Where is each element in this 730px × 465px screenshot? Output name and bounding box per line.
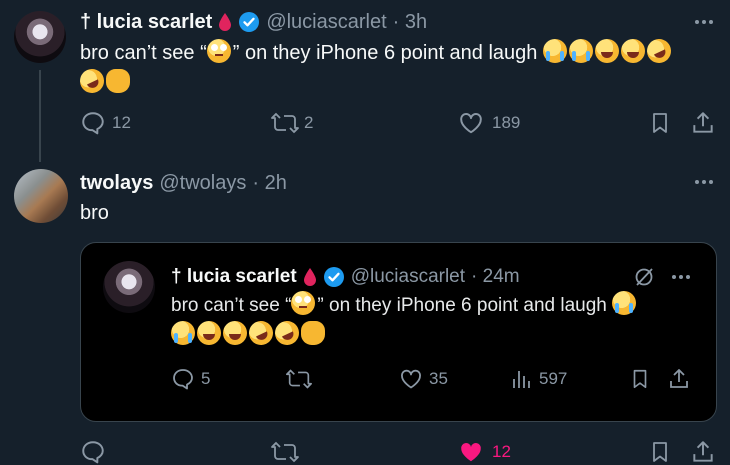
more-icon[interactable]: [692, 172, 716, 192]
quote-avatar-lucia[interactable]: [103, 261, 155, 313]
crying-emoji-icon: [568, 39, 593, 63]
tweet2-like-count: 12: [492, 442, 511, 461]
tweet2-time[interactable]: · 2h: [252, 172, 286, 195]
tweet1-text: bro can’t see “ ” on they iPhone 6 point …: [76, 35, 710, 98]
crying-emoji-icon: [542, 39, 567, 63]
tweet1-retweet-button[interactable]: 2: [270, 110, 313, 136]
tweet2-handle[interactable]: @twolays: [159, 172, 246, 195]
rofl-emoji-icon: [271, 317, 303, 349]
tweet2-author-name[interactable]: twolays: [80, 172, 153, 195]
tweet1-author-name[interactable]: † lucia scarlet: [80, 11, 212, 34]
retweet-icon: [271, 441, 299, 463]
reply-icon: [80, 110, 106, 136]
like-icon: [399, 367, 423, 391]
tweet2-header: twolays @twolays · 2h: [80, 169, 287, 197]
tweet1-share-button[interactable]: [690, 110, 716, 136]
bookmark-icon: [653, 442, 667, 462]
laughing-emoji-icon: [594, 39, 619, 63]
rofl-emoji-icon: [643, 35, 675, 67]
quote-views-count: 597: [539, 369, 568, 388]
quote-views-button[interactable]: 597: [511, 367, 567, 391]
tweet2-text: bro: [80, 202, 109, 224]
tweet2-share-button[interactable]: [690, 439, 716, 465]
tweet2-reply-button[interactable]: [80, 439, 106, 465]
reply-icon: [171, 367, 195, 391]
laughing-emoji-icon: [223, 321, 247, 345]
tweet1-like-button[interactable]: 189: [458, 110, 520, 136]
verified-icon: [323, 266, 345, 288]
quote-handle[interactable]: @luciascarlet: [351, 266, 465, 288]
tweet1-reply-count: 12: [112, 113, 131, 132]
retweet-icon: [270, 110, 300, 136]
like-icon-filled: [458, 439, 484, 465]
views-icon: [511, 367, 533, 391]
verified-icon: [238, 11, 260, 33]
tweet1-bookmark-button[interactable]: [648, 110, 672, 136]
quote-author-name[interactable]: † lucia scarlet: [171, 266, 297, 288]
quoted-tweet-card[interactable]: † lucia scarlet @luciascarlet · 24m bro …: [80, 242, 717, 422]
tweet1-retweet-count: 2: [304, 113, 314, 132]
more-icon[interactable]: [692, 12, 716, 32]
rofl-emoji-icon: [76, 65, 108, 97]
quote-reply-count: 5: [201, 369, 211, 388]
quote-like-count: 35: [429, 369, 448, 388]
bookmark-icon: [633, 369, 647, 389]
tweet1-header: † lucia scarlet @luciascarlet · 3h: [80, 8, 427, 36]
tweet2-actions: 12: [80, 439, 720, 465]
tweet1-handle[interactable]: @luciascarlet: [266, 11, 386, 34]
pointing-hand-emoji-icon: [301, 321, 325, 345]
reply-icon: [82, 441, 104, 464]
tweet1-like-count: 189: [492, 113, 521, 132]
share-icon: [693, 441, 713, 462]
quote-like-button[interactable]: 35: [399, 367, 448, 391]
quote-retweet-button[interactable]: [285, 367, 313, 391]
laughing-emoji-icon: [197, 321, 221, 345]
quote-text: bro can’t see “ ” on they iPhone 6 point …: [171, 291, 711, 351]
quote-time[interactable]: · 24m: [471, 266, 520, 288]
bookmark-icon: [653, 113, 667, 133]
more-icon[interactable]: [669, 267, 693, 287]
quote-reply-button[interactable]: 5: [171, 367, 210, 391]
avatar-lucia[interactable]: [14, 11, 66, 63]
laughing-emoji-icon: [620, 39, 645, 63]
thread-line: [39, 70, 41, 162]
eye-roll-emoji-icon: [206, 39, 231, 63]
tweet2-bookmark-button[interactable]: [648, 439, 672, 465]
avatar-twolays[interactable]: [14, 169, 68, 223]
quote-actions: 5 35 597: [171, 367, 701, 393]
rofl-emoji-icon: [245, 317, 277, 349]
quote-bookmark-button[interactable]: [629, 367, 651, 391]
tweet1-actions: 12 2 189: [80, 110, 720, 138]
blood-drop-icon: [303, 267, 317, 287]
crying-emoji-icon: [612, 291, 637, 315]
crying-emoji-icon: [171, 321, 195, 345]
tweet2-like-button[interactable]: 12: [458, 439, 511, 465]
tweet1-text-part1: bro can’t see “: [80, 42, 207, 64]
tweet1-reply-button[interactable]: 12: [80, 110, 131, 136]
tweet1-time[interactable]: · 3h: [393, 11, 427, 34]
quote-text-part2: ” on they iPhone 6 point and laugh: [317, 295, 607, 316]
grok-icon[interactable]: [633, 266, 655, 288]
quote-text-part1: bro can’t see “: [171, 295, 292, 316]
tweet2-retweet-button[interactable]: [270, 439, 300, 465]
blood-drop-icon: [218, 12, 232, 32]
eye-roll-emoji-icon: [291, 291, 316, 315]
like-icon: [458, 110, 484, 136]
share-icon: [670, 369, 688, 388]
tweet1-text-part2: ” on they iPhone 6 point and laugh: [232, 42, 538, 64]
quote-share-button[interactable]: [667, 367, 691, 391]
pointing-hand-emoji-icon: [106, 69, 130, 93]
share-icon: [693, 112, 713, 133]
retweet-icon: [286, 369, 312, 389]
quote-header: † lucia scarlet @luciascarlet · 24m: [171, 263, 520, 291]
